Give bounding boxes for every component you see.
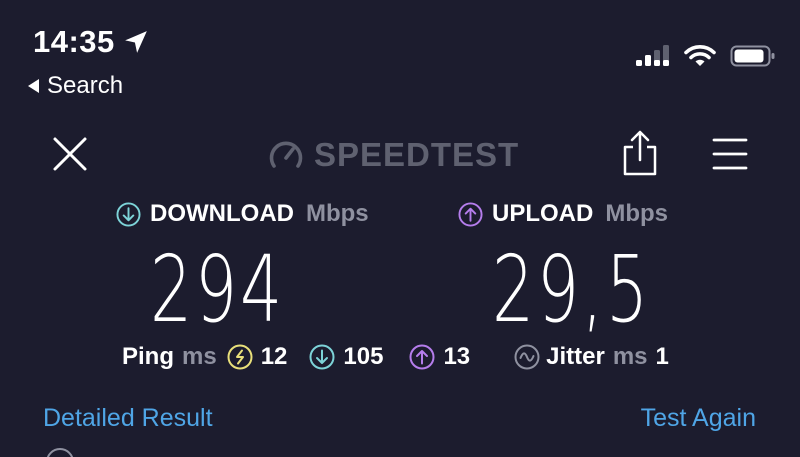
ping-download-value: 105 <box>343 343 384 370</box>
ping-upload-value: 13 <box>443 343 471 370</box>
idle-latency-icon <box>227 344 253 370</box>
back-to-search[interactable]: Search <box>28 72 123 100</box>
wifi-icon <box>684 45 716 66</box>
close-icon[interactable] <box>50 134 90 174</box>
ping-idle-value: 12 <box>260 343 288 370</box>
upload-latency-icon <box>409 344 435 370</box>
upload-header: UPLOAD Mbps <box>458 200 668 228</box>
download-latency-icon <box>309 344 335 370</box>
jitter-icon <box>514 344 540 370</box>
location-arrow-icon <box>124 31 147 53</box>
ping-unit: ms <box>182 343 217 370</box>
status-time: 14:35 <box>33 24 149 60</box>
download-arrow-icon <box>116 201 141 227</box>
download-value: 294 <box>150 236 286 343</box>
upload-arrow-icon <box>458 201 483 227</box>
share-icon[interactable] <box>621 130 659 176</box>
ping-label: Ping <box>122 343 174 370</box>
upload-value: 29,5 <box>492 236 652 343</box>
jitter-label: Jitter <box>546 343 605 370</box>
jitter-unit: ms <box>612 343 648 370</box>
upload-unit: Mbps <box>605 200 669 227</box>
menu-icon[interactable] <box>712 136 748 172</box>
download-label: DOWNLOAD <box>150 200 294 227</box>
result-history-icon <box>46 448 74 457</box>
cellular-signal-icon <box>636 45 669 66</box>
download-header: DOWNLOAD Mbps <box>116 200 369 228</box>
speedtest-brand: SPEEDTEST <box>268 136 519 174</box>
upload-label: UPLOAD <box>492 200 594 227</box>
test-again-link[interactable]: Test Again <box>641 404 756 433</box>
brand-text: SPEEDTEST <box>314 136 520 173</box>
detailed-result-link[interactable]: Detailed Result <box>43 404 213 433</box>
status-indicators <box>636 44 776 68</box>
download-unit: Mbps <box>305 200 369 227</box>
back-label: Search <box>47 72 124 99</box>
battery-icon <box>730 45 775 67</box>
speedometer-logo-icon <box>269 141 303 168</box>
back-arrow-icon <box>28 79 39 93</box>
jitter-value: 1 <box>655 343 669 370</box>
time-text: 14:35 <box>33 24 115 59</box>
ping-row: Ping ms 12 105 13 Jitter ms 1 <box>122 343 691 371</box>
